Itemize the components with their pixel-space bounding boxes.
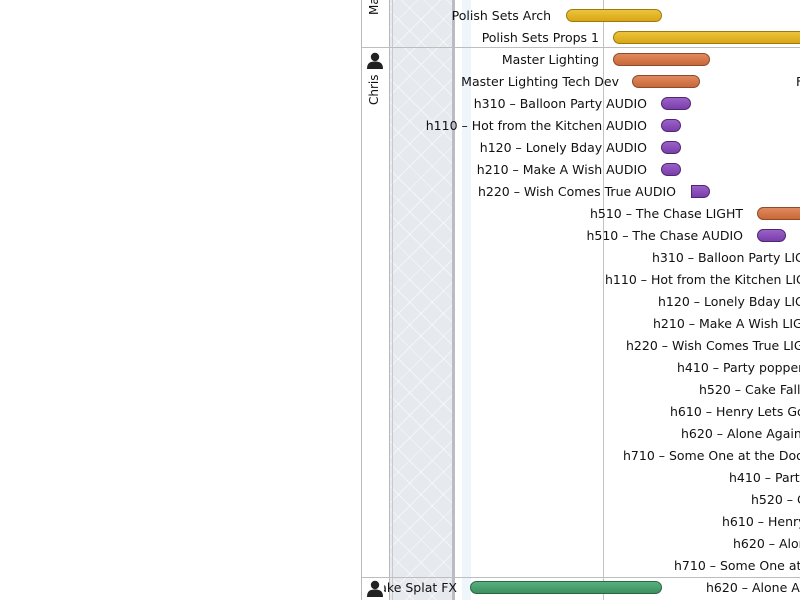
task-bar[interactable] [613, 53, 710, 66]
task-label[interactable]: h310 – Balloon Party LIGHT [652, 247, 800, 269]
task-label[interactable]: h210 – Make A Wish LIGHT [653, 313, 800, 335]
task-label[interactable]: h510 – The Chase AUDIO [586, 225, 743, 247]
task-bar[interactable] [566, 9, 662, 22]
task-bar[interactable] [661, 163, 681, 176]
task-label[interactable]: h710 – Some One at the Door [623, 445, 800, 467]
task-label[interactable]: h520 – Cake Fall [699, 379, 800, 401]
task-label[interactable]: h220 – Wish Comes True LIGHT [626, 335, 800, 357]
task-bar[interactable] [661, 119, 681, 132]
task-label-overflow: F [796, 74, 800, 89]
task-label[interactable]: h620 – Alon [733, 533, 800, 555]
task-label[interactable]: h220 – Wish Comes True AUDIO [478, 181, 676, 203]
task-label[interactable]: h620 – Alone Again [681, 423, 800, 445]
task-label[interactable]: Master Lighting Tech Dev [461, 71, 619, 93]
gantt-chart: Ma Chris Polish Sets Arch Polish Sets Pro… [0, 0, 800, 600]
task-bar[interactable] [632, 75, 700, 88]
task-bar[interactable] [661, 97, 691, 110]
task-label[interactable]: Master Lighting [502, 49, 599, 71]
task-label[interactable]: h410 – Party [729, 467, 800, 489]
task-rows: Polish Sets Arch Polish Sets Props 1 Maste… [0, 0, 800, 600]
task-label[interactable]: h510 – The Chase LIGHT [590, 203, 743, 225]
task-label[interactable]: h110 – Hot from the Kitchen AUDIO [426, 115, 647, 137]
task-label[interactable]: h410 – Party popper [677, 357, 800, 379]
task-label[interactable]: Cake Splat FX [384, 577, 457, 599]
task-bar[interactable] [757, 229, 786, 242]
task-label[interactable]: h120 – Lonely Bday AUDIO [480, 137, 647, 159]
task-label[interactable]: Polish Sets Arch [452, 5, 551, 27]
task-bar[interactable] [613, 31, 800, 44]
task-bar[interactable] [691, 185, 710, 198]
task-bar[interactable] [470, 581, 662, 594]
task-label[interactable]: h610 – Henry [722, 511, 800, 533]
task-label[interactable]: h610 – Henry Lets Go [670, 401, 800, 423]
task-bar[interactable] [661, 141, 681, 154]
task-bar[interactable] [757, 207, 800, 220]
task-label[interactable]: h120 – Lonely Bday LIGHT [658, 291, 800, 313]
task-label[interactable]: h310 – Balloon Party AUDIO [474, 93, 647, 115]
task-label[interactable]: Polish Sets Props 1 [482, 27, 599, 49]
task-label[interactable]: h110 – Hot from the Kitchen LIGHT [605, 269, 800, 291]
task-label[interactable]: h620 – Alone Ag [706, 577, 800, 599]
task-label[interactable]: h710 – Some One at t [674, 555, 800, 577]
task-label[interactable]: h520 – C [751, 489, 800, 511]
task-label[interactable]: h210 – Make A Wish AUDIO [477, 159, 647, 181]
